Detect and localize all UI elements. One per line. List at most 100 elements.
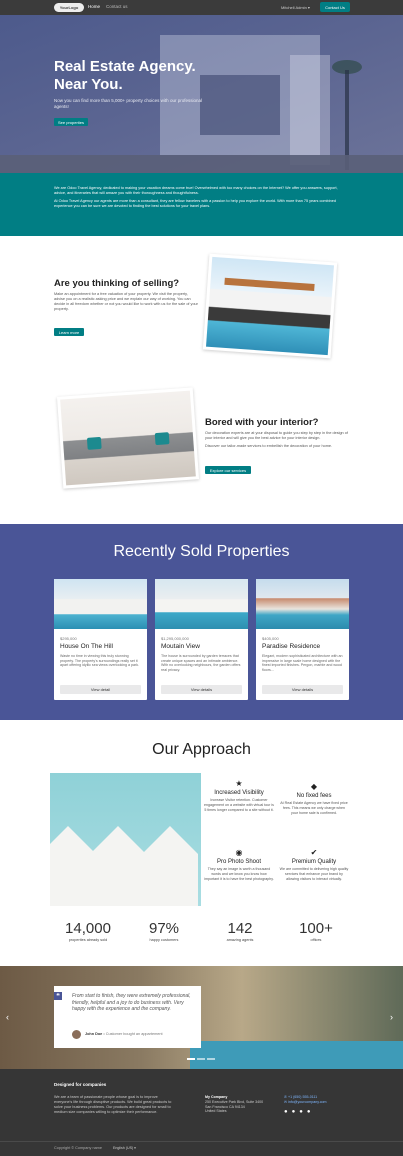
view-details-button[interactable]: View details xyxy=(262,685,343,694)
hero-ground xyxy=(0,155,403,173)
star-icon: ★ xyxy=(235,779,243,788)
property-card: $295,000 House On The Hill Waste no time… xyxy=(54,579,147,700)
cushion-right xyxy=(154,432,170,446)
footer-divider xyxy=(0,1141,403,1142)
language-selector[interactable]: English (US) ▾ xyxy=(113,1146,136,1150)
feature-increased-visibility: ★ Increased Visibility Increase Visitor … xyxy=(204,779,274,812)
testimonial-carousel: ❝ From start to finish, they were extrem… xyxy=(0,966,403,1069)
property-price: $405,000 xyxy=(262,636,279,641)
feature-text: We are committed to delivering high qual… xyxy=(279,867,349,881)
selling-text: Make an appointment for a free valuation… xyxy=(54,292,198,311)
instagram-icon[interactable]: ● xyxy=(299,1109,303,1115)
property-description: Elegant, modern sophisticated architectu… xyxy=(262,654,343,672)
feature-text: They say an image is worth a thousand wo… xyxy=(204,867,274,881)
stat-label: properties already sold xyxy=(68,938,108,942)
user-menu[interactable]: Mitchell Admin ▾ xyxy=(281,5,310,10)
avatar xyxy=(72,1030,81,1039)
feature-title: No fixed fees xyxy=(296,793,332,799)
tag-icon: ◆ xyxy=(310,782,318,791)
address-line2: San Francisco CA 94134 xyxy=(205,1104,245,1109)
nav-links: Home Contact us xyxy=(88,4,128,9)
stat-happy-customers: 97% happy customers xyxy=(124,920,204,942)
see-properties-button[interactable]: See properties xyxy=(54,118,88,126)
feature-no-fixed-fees: ◆ No fixed fees At Real Estate Agency we… xyxy=(279,782,349,815)
feature-title: Increased Visibility xyxy=(214,790,264,796)
property-name: Paradise Residence xyxy=(262,643,321,650)
modern-house-image xyxy=(202,253,338,359)
houses-image xyxy=(50,773,201,906)
hero-title: Real Estate Agency. Near You. xyxy=(54,58,254,94)
interior-text-2: Discover our tailor-made services to emb… xyxy=(205,444,333,448)
address-line3: United States xyxy=(205,1109,227,1114)
feature-premium-quality: ✔ Premium Quality We are committed to de… xyxy=(279,848,349,881)
feature-title: Premium Quality xyxy=(291,859,337,865)
property-description: The house is surrounded by garden terrac… xyxy=(161,654,241,672)
property-photo xyxy=(54,579,147,629)
interior-text: Our decoration experts are at your dispo… xyxy=(205,431,351,449)
address-line1: 250 Executive Park Blvd, Suite 3400 xyxy=(205,1099,264,1104)
footer-heading: Designed for companies xyxy=(54,1082,107,1087)
hero-title-line2: Near You. xyxy=(54,76,123,93)
modern-house-photo xyxy=(206,256,334,356)
contact-us-button[interactable]: Contact Us xyxy=(320,2,350,12)
cushion-left xyxy=(86,436,102,450)
property-price: $295,000 xyxy=(60,636,77,641)
view-detail-button[interactable]: View detail xyxy=(60,685,141,694)
stat-properties-sold: 14,000 properties already sold xyxy=(48,920,128,942)
intro-paragraph-2: At Odoo Travel Agency our agents are mor… xyxy=(54,199,336,208)
stat-value: 100+ xyxy=(299,920,333,937)
copyright: Copyright © Company name xyxy=(54,1146,102,1150)
stat-value: 97% xyxy=(148,920,180,937)
hero-building-tower xyxy=(290,55,330,165)
property-description: Waste no time in viewing this truly stun… xyxy=(60,654,140,668)
feature-pro-photo-shoot: ◉ Pro Photo Shoot They say an image is w… xyxy=(204,848,274,881)
github-icon[interactable]: ● xyxy=(284,1109,288,1115)
company-logo[interactable]: YourLogo xyxy=(54,3,84,12)
stat-label: happy customers xyxy=(149,938,179,942)
property-name: House On The Hill xyxy=(60,643,113,650)
feature-title: Pro Photo Shoot xyxy=(216,859,262,865)
footer-about-text: We are a team of passionate people whose… xyxy=(54,1095,172,1114)
house-shape xyxy=(50,826,96,906)
carousel-next-icon[interactable]: › xyxy=(390,1012,393,1022)
nav-link-contact[interactable]: Contact us xyxy=(106,4,128,9)
house-shape xyxy=(142,826,198,906)
nav-link-home[interactable]: Home xyxy=(88,4,100,9)
learn-more-button[interactable]: Learn more xyxy=(54,328,84,336)
explore-services-button[interactable]: Explore our services xyxy=(205,466,251,474)
property-card: $405,000 Paradise Residence Elegant, mod… xyxy=(256,579,349,700)
living-room-image xyxy=(56,387,200,489)
interior-text-1: Our decoration experts are at your dispo… xyxy=(205,431,348,440)
top-navbar: YourLogo Home Contact us Mitchell Admin … xyxy=(0,0,403,15)
view-details-button[interactable]: View details xyxy=(161,685,242,694)
carousel-dot[interactable] xyxy=(197,1058,205,1060)
feature-text: Increase Visitor retention. Customer eng… xyxy=(204,798,274,812)
carousel-indicators xyxy=(187,1058,215,1060)
email-link[interactable]: info@yourcompany.com xyxy=(288,1100,327,1104)
testimonial-author: John Doe • Customer bought an appartemen… xyxy=(85,1032,163,1036)
intro-band: We are Odoo Travel Agency, dedicated to … xyxy=(0,173,403,236)
stat-offices: 100+ offices xyxy=(276,920,356,942)
twitter-icon[interactable]: ● xyxy=(292,1109,296,1115)
stat-label: offices xyxy=(310,938,322,942)
stat-value: 142 xyxy=(227,920,253,937)
company-name: My Company xyxy=(205,1095,228,1099)
sold-title: Recently Sold Properties xyxy=(113,543,290,560)
property-price: $1,295,000,000 xyxy=(161,636,189,641)
footer-address: My Company 250 Executive Park Blvd, Suit… xyxy=(205,1095,263,1114)
linkedin-icon[interactable]: ● xyxy=(307,1109,311,1115)
hero-title-line1: Real Estate Agency. xyxy=(54,58,196,75)
author-note: • Customer bought an appartement xyxy=(102,1032,163,1036)
approach-title: Our Approach xyxy=(152,741,251,758)
carousel-prev-icon[interactable]: ‹ xyxy=(6,1012,9,1022)
selling-title: Are you thinking of selling? xyxy=(54,278,180,289)
carousel-dot[interactable] xyxy=(207,1058,215,1060)
hero-banner: Real Estate Agency. Near You. Now you ca… xyxy=(0,15,403,173)
footer: Designed for companies We are a team of … xyxy=(0,1069,403,1156)
recently-sold-section: Recently Sold Properties $295,000 House … xyxy=(0,524,403,720)
phone-link[interactable]: +1 (650) 555-0111 xyxy=(288,1095,317,1099)
property-photo xyxy=(155,579,248,629)
carousel-dot[interactable] xyxy=(187,1058,195,1060)
feature-text: At Real Estate Agency we have fixed pric… xyxy=(280,801,348,815)
social-links: ● ● ● ● xyxy=(284,1109,311,1115)
